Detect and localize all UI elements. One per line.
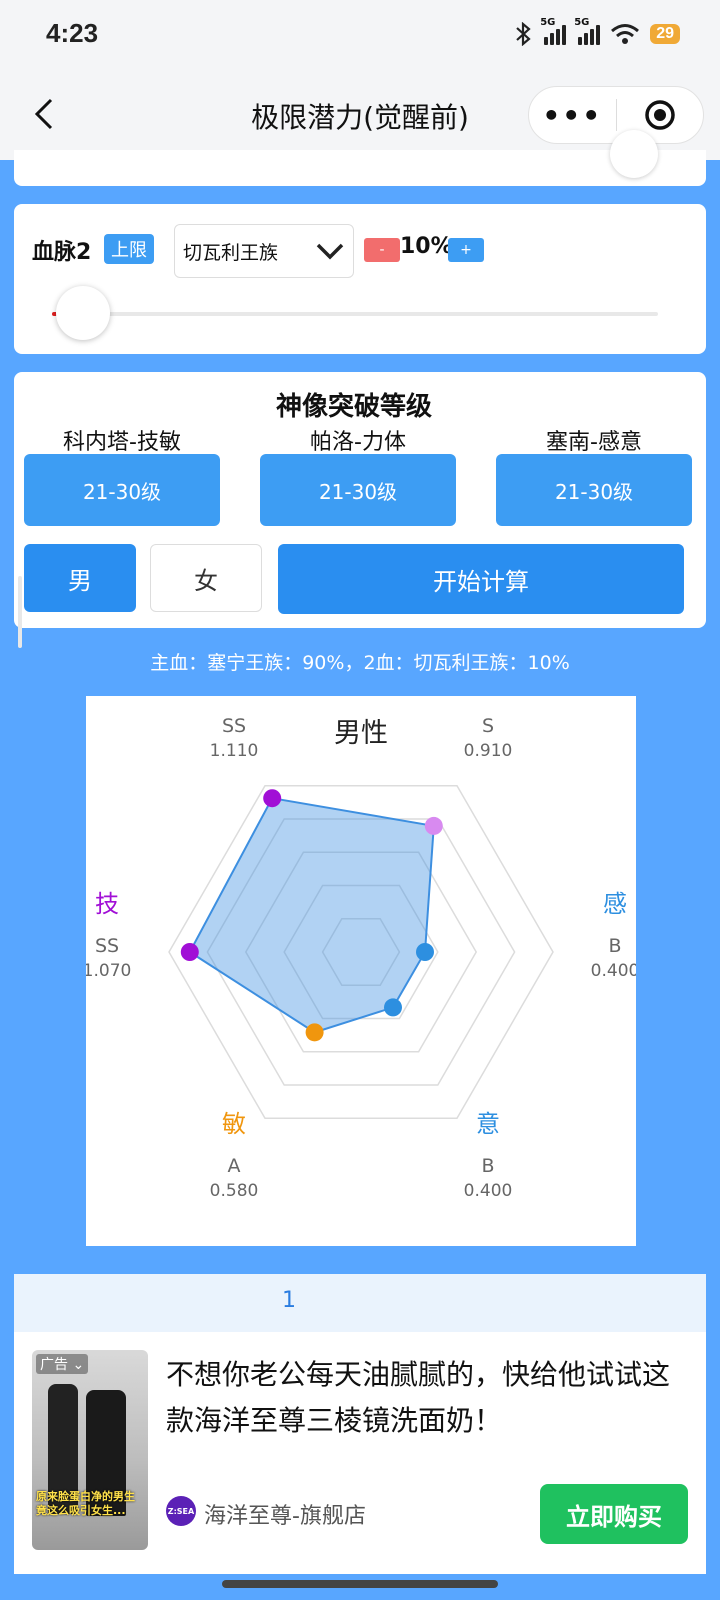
bloodline2-card: 血脉2 上限 切瓦利王族 - 10% + bbox=[14, 204, 706, 354]
bloodline2-slider-track[interactable] bbox=[52, 312, 658, 316]
battery-icon: 29 bbox=[650, 24, 680, 44]
bluetooth-icon bbox=[516, 22, 531, 46]
axis-value-label: 0.400 bbox=[591, 961, 636, 981]
radar-area bbox=[188, 797, 435, 1034]
konata-label: 科内塔-技敏 bbox=[63, 430, 181, 455]
senan-level-button[interactable]: 21-30级 bbox=[496, 454, 692, 526]
start-calculate-button[interactable]: 开始计算 bbox=[278, 544, 684, 614]
close-mini-program-button[interactable] bbox=[617, 98, 704, 132]
axis-name-label: 技 bbox=[95, 890, 119, 918]
chevron-down-icon bbox=[316, 243, 344, 260]
radar-chart: 男性 力SS1.110体S0.910感B0.400意B0.400敏A0.580技… bbox=[86, 696, 636, 1201]
chart-title: 男性 bbox=[334, 718, 388, 749]
senan-label: 塞南-感意 bbox=[546, 430, 642, 455]
bloodline2-slider-thumb[interactable] bbox=[56, 286, 110, 340]
axis-value-label: 0.910 bbox=[464, 741, 513, 761]
axis-grade-label: B bbox=[481, 1155, 494, 1177]
gender-female-button[interactable]: 女 bbox=[150, 544, 262, 612]
axis-value-label: 1.070 bbox=[86, 961, 131, 981]
increase-button[interactable]: + bbox=[448, 238, 484, 262]
radar-point-3[interactable] bbox=[384, 998, 402, 1017]
radar-series-area bbox=[188, 797, 435, 1034]
mini-program-capsule: ••• bbox=[528, 86, 704, 144]
axis-name-label: 力 bbox=[222, 696, 246, 698]
axis-value-label: 0.400 bbox=[464, 1181, 513, 1201]
radar-point-5[interactable] bbox=[180, 943, 199, 961]
bloodline2-percent: 10% bbox=[400, 234, 453, 259]
ad-brand-name[interactable]: 海洋至尊-旗舰店 bbox=[204, 1498, 366, 1530]
previous-slider-thumb[interactable] bbox=[610, 130, 658, 178]
wifi-icon bbox=[611, 24, 640, 44]
gender-male-button[interactable]: 男 bbox=[24, 544, 136, 612]
limit-tag[interactable]: 上限 bbox=[104, 234, 154, 264]
palo-level-button[interactable]: 21-30级 bbox=[260, 454, 456, 526]
axis-grade-label: B bbox=[608, 935, 621, 957]
ad-section: 1 广告 ⌄ 原来脸蛋白净的男生 竟这么吸引女生... 不想你老公每天油腻腻的，… bbox=[14, 1274, 706, 1574]
axis-grade-label: S bbox=[482, 715, 494, 737]
target-icon bbox=[645, 100, 675, 130]
axis-name-label: 体 bbox=[476, 696, 500, 698]
ad-header: 1 bbox=[14, 1274, 706, 1332]
brand-logo-icon: Z:SEA bbox=[166, 1496, 196, 1526]
ad-text[interactable]: 不想你老公每天油腻腻的，快给他试试这款海洋至尊三棱镜洗面奶！ bbox=[166, 1352, 686, 1444]
konata-level-button[interactable]: 21-30级 bbox=[24, 454, 220, 526]
bloodline2-label: 血脉2 bbox=[32, 240, 92, 265]
scroll-indicator bbox=[18, 576, 22, 648]
decrease-button[interactable]: - bbox=[364, 238, 400, 262]
bloodline2-selected-value: 切瓦利王族 bbox=[183, 241, 279, 264]
bloodline2-select[interactable]: 切瓦利王族 bbox=[174, 224, 354, 278]
buy-now-button[interactable]: 立即购买 bbox=[540, 1484, 688, 1544]
axis-grade-label: SS bbox=[95, 935, 119, 957]
home-indicator bbox=[222, 1580, 498, 1588]
more-menu-button[interactable]: ••• bbox=[529, 99, 616, 132]
palo-label: 帕洛-力体 bbox=[310, 430, 406, 455]
ad-index: 1 bbox=[282, 1288, 296, 1313]
radar-point-1[interactable] bbox=[424, 816, 443, 835]
breakthrough-card: 神像突破等级 科内塔-技敏 帕洛-力体 塞南-感意 21-30级 21-30级 … bbox=[14, 372, 706, 628]
axis-grade-label: A bbox=[228, 1155, 241, 1177]
radar-point-0[interactable] bbox=[263, 789, 282, 808]
status-bar: 4:23 5G 5G 29 bbox=[0, 0, 720, 72]
previous-card bbox=[14, 130, 706, 186]
radar-point-2[interactable] bbox=[416, 943, 434, 961]
axis-name-label: 敏 bbox=[222, 1110, 246, 1138]
ad-image-caption: 原来脸蛋白净的男生 竟这么吸引女生... bbox=[36, 1490, 135, 1517]
breakthrough-title: 神像突破等级 bbox=[275, 392, 432, 422]
signal-icon-2: 5G bbox=[574, 17, 601, 45]
ad-tag[interactable]: 广告 ⌄ bbox=[36, 1354, 89, 1374]
axis-grade-label: SS bbox=[222, 715, 246, 737]
radar-chart-card: 男性 力SS1.110体S0.910感B0.400意B0.400敏A0.580技… bbox=[86, 696, 636, 1246]
axis-name-label: 感 bbox=[603, 890, 627, 918]
status-icons: 5G 5G 29 bbox=[514, 17, 680, 46]
bloodline-summary: 主血：塞宁王族：90%，2血：切瓦利王族：10% bbox=[150, 652, 570, 674]
ad-image[interactable]: 广告 ⌄ 原来脸蛋白净的男生 竟这么吸引女生... bbox=[32, 1350, 148, 1550]
axis-name-label: 意 bbox=[476, 1110, 500, 1138]
axis-value-label: 0.580 bbox=[210, 1181, 259, 1201]
radar-point-4[interactable] bbox=[305, 1023, 324, 1042]
status-time: 4:23 bbox=[46, 18, 99, 48]
signal-icon: 5G bbox=[540, 17, 567, 45]
axis-value-label: 1.110 bbox=[210, 741, 259, 761]
